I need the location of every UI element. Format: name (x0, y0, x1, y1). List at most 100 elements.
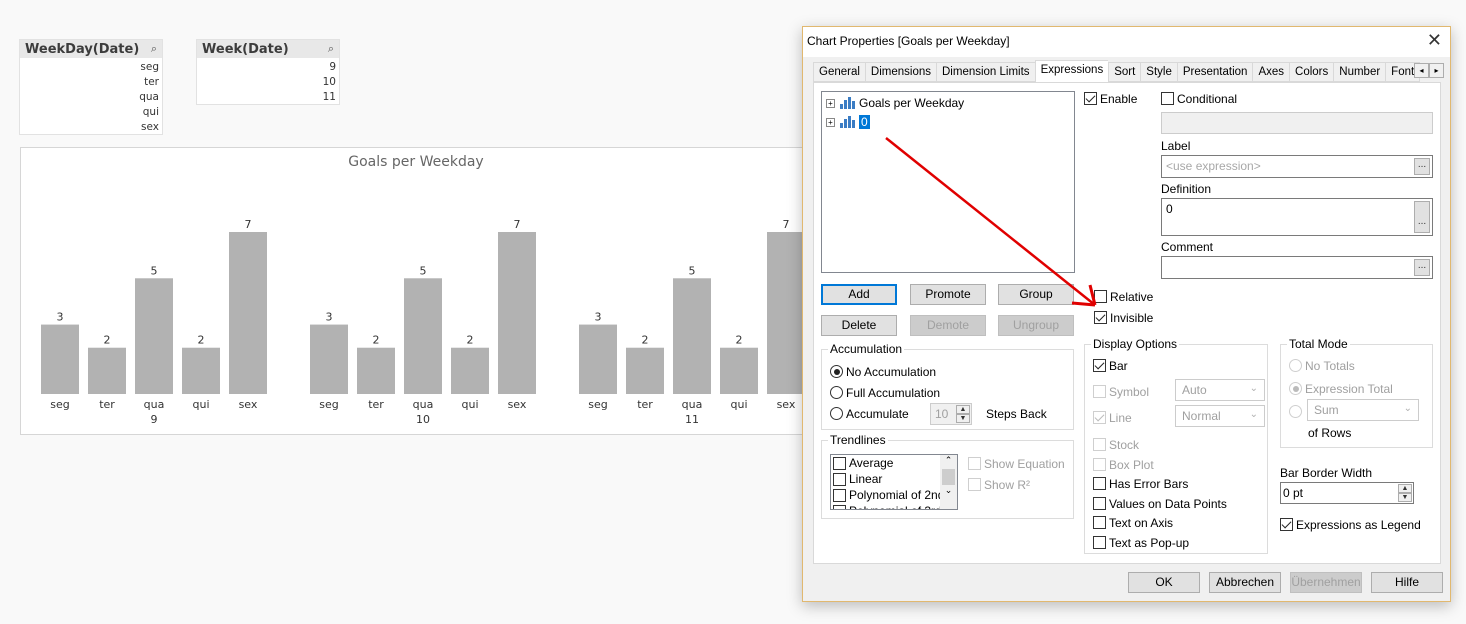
scroll-down-icon[interactable]: ⌄ (940, 485, 957, 499)
values-on-data-points-checkbox[interactable]: Values on Data Points (1093, 496, 1227, 511)
symbol-checkbox[interactable]: Symbol (1093, 384, 1149, 399)
promote-button[interactable]: Promote (910, 284, 986, 305)
relative-checkbox[interactable]: Relative (1094, 289, 1153, 304)
line-combo[interactable]: Normal ⌄ (1175, 405, 1265, 427)
checkbox-box[interactable] (833, 472, 846, 486)
tab-sort[interactable]: Sort (1108, 62, 1141, 82)
trendline-item[interactable]: Polynomial of 3rd d (831, 503, 957, 509)
delete-button[interactable]: Delete (821, 315, 897, 336)
bar-chart[interactable]: Goals per Weekday 3 seg 2 ter 5 qua 2 qui 7 sex 9 3… (20, 147, 820, 435)
group-button[interactable]: Group (998, 284, 1074, 305)
sum-combo[interactable]: Sum ⌄ (1307, 399, 1419, 421)
tab-scroll-right-button[interactable]: ▸ (1429, 63, 1444, 78)
ungroup-button[interactable]: Ungroup (998, 315, 1074, 336)
checkbox-box[interactable] (1084, 92, 1097, 106)
bar[interactable] (498, 232, 536, 394)
weekday-listbox-header[interactable]: WeekDay(Date) ⌕ (20, 40, 162, 58)
close-icon[interactable]: ✕ (1427, 30, 1442, 51)
label-ellipsis-button[interactable]: ... (1414, 158, 1430, 175)
checkbox-box[interactable] (1161, 92, 1174, 106)
week-item[interactable]: 10 (197, 75, 339, 90)
week-item[interactable]: 11 (197, 90, 339, 105)
weekday-item[interactable]: sex (20, 120, 162, 135)
scroll-thumb[interactable] (942, 469, 955, 485)
cancel-button[interactable]: Abbrechen (1209, 572, 1281, 593)
apply-button[interactable]: Übernehmen (1290, 572, 1362, 593)
checkbox-box[interactable] (1093, 438, 1106, 452)
bar[interactable] (135, 278, 173, 394)
spin-down-icon[interactable]: ▼ (1398, 493, 1412, 502)
line-checkbox[interactable]: Line (1093, 410, 1132, 425)
text-as-popup-checkbox[interactable]: Text as Pop-up (1093, 535, 1189, 550)
tab-expressions[interactable]: Expressions (1034, 60, 1109, 82)
tab-dimension-limits[interactable]: Dimension Limits (936, 62, 1035, 82)
bar[interactable] (182, 347, 220, 394)
checkbox-box[interactable] (1094, 290, 1107, 304)
trendlines-scrollbar[interactable]: ⌃ ⌄ (940, 455, 957, 509)
week-listbox-header[interactable]: Week(Date) ⌕ (197, 40, 339, 58)
checkbox-box[interactable] (1093, 516, 1106, 530)
checkbox-box[interactable] (968, 478, 981, 492)
checkbox-box[interactable] (968, 457, 981, 471)
enable-checkbox[interactable]: Enable (1084, 91, 1137, 106)
radio-button[interactable] (830, 365, 843, 379)
tab-presentation[interactable]: Presentation (1176, 62, 1253, 82)
search-icon[interactable]: ⌕ (328, 42, 334, 56)
spin-up-icon[interactable]: ▲ (1398, 484, 1412, 493)
tab-axes[interactable]: Axes (1252, 62, 1290, 82)
bar[interactable] (767, 232, 805, 394)
comment-ellipsis-button[interactable]: ... (1414, 259, 1430, 276)
bar[interactable] (41, 324, 79, 394)
expression-item[interactable]: + Goals per Weekday (826, 95, 964, 111)
bar[interactable] (451, 347, 489, 394)
bar-checkbox[interactable]: Bar (1093, 358, 1128, 373)
definition-ellipsis-button[interactable]: ... (1414, 201, 1430, 233)
add-button[interactable]: Add (821, 284, 897, 305)
tab-colors[interactable]: Colors (1289, 62, 1334, 82)
checkbox-box[interactable] (833, 504, 846, 509)
checkbox-box[interactable] (1093, 411, 1106, 425)
bar[interactable] (88, 347, 126, 394)
checkbox-box[interactable] (1093, 477, 1106, 491)
checkbox-box[interactable] (1280, 518, 1293, 532)
weekday-listbox[interactable]: WeekDay(Date) ⌕ seg ter qua qui sex (19, 39, 163, 135)
radio-button[interactable] (1289, 405, 1302, 419)
checkbox-box[interactable] (1093, 359, 1106, 373)
full-accumulation-radio[interactable]: Full Accumulation (830, 385, 940, 400)
checkbox-box[interactable] (833, 456, 846, 470)
accumulate-radio[interactable]: Accumulate (830, 406, 909, 421)
expressions-as-legend-checkbox[interactable]: Expressions as Legend (1280, 517, 1421, 532)
conditional-checkbox[interactable]: Conditional (1161, 91, 1237, 106)
radio-button[interactable] (1289, 359, 1302, 373)
week-listbox[interactable]: Week(Date) ⌕ 9 10 11 (196, 39, 340, 105)
checkbox-box[interactable] (1093, 458, 1106, 472)
dialog-titlebar[interactable]: Chart Properties [Goals per Weekday] ✕ (803, 27, 1450, 57)
weekday-item[interactable]: ter (20, 75, 162, 90)
checkbox-box[interactable] (833, 488, 846, 502)
show-equation-checkbox[interactable]: Show Equation (968, 456, 1065, 471)
chart-properties-dialog[interactable]: Chart Properties [Goals per Weekday] ✕ G… (802, 26, 1451, 602)
ok-button[interactable]: OK (1128, 572, 1200, 593)
weekday-item[interactable]: seg (20, 60, 162, 75)
has-error-bars-checkbox[interactable]: Has Error Bars (1093, 476, 1188, 491)
scroll-up-icon[interactable]: ⌃ (940, 455, 957, 469)
trendline-item[interactable]: Linear (831, 471, 957, 487)
weekday-item[interactable]: qua (20, 90, 162, 105)
weekday-item[interactable]: qui (20, 105, 162, 120)
conditional-field[interactable] (1161, 112, 1433, 134)
bar[interactable] (310, 324, 348, 394)
tab-scroll-left-button[interactable]: ◂ (1414, 63, 1429, 78)
trendlines-list[interactable]: Average Linear Polynomial of 2nd d Polyn… (830, 454, 958, 510)
bar[interactable] (229, 232, 267, 394)
bar[interactable] (357, 347, 395, 394)
invisible-checkbox[interactable]: Invisible (1094, 310, 1153, 325)
label-field[interactable]: <use expression> ... (1161, 155, 1433, 178)
checkbox-box[interactable] (1093, 497, 1106, 511)
search-icon[interactable]: ⌕ (151, 42, 157, 56)
bar-border-width-input[interactable]: 0 pt ▲ ▼ (1280, 482, 1414, 504)
demote-button[interactable]: Demote (910, 315, 986, 336)
bar[interactable] (579, 324, 617, 394)
tab-style[interactable]: Style (1140, 62, 1177, 82)
spin-up-icon[interactable]: ▲ (956, 405, 970, 414)
spin-down-icon[interactable]: ▼ (956, 414, 970, 423)
